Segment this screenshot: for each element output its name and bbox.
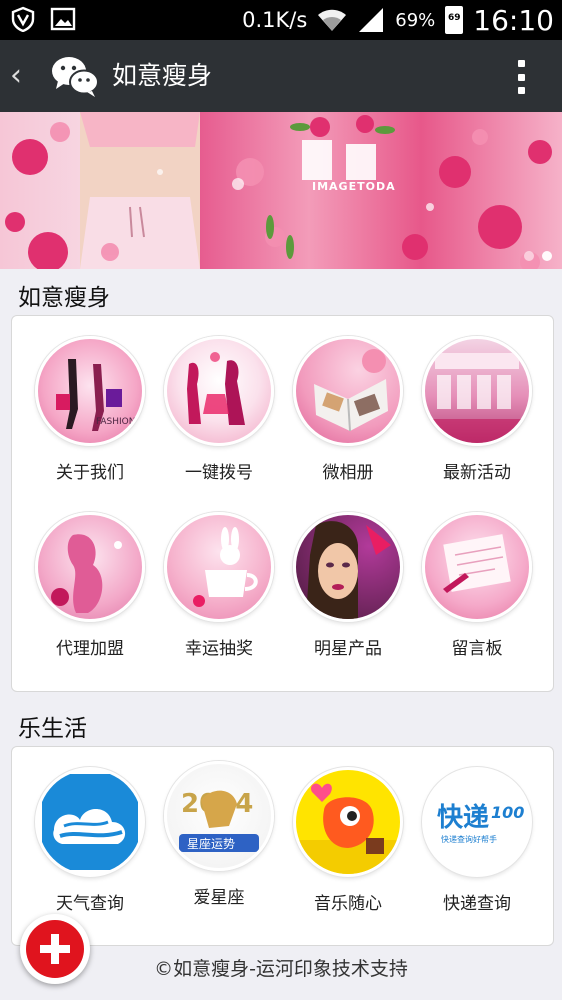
grid-item-about-us[interactable]: FASHION 关于我们 [26, 336, 154, 483]
life-grid-panel: 天气查询 2014 星座运势 爱星座 音乐随心 [11, 746, 554, 946]
photo-album-image [293, 336, 403, 446]
model-face-image [293, 512, 403, 622]
grid-item-star-products[interactable]: 明星产品 [284, 512, 412, 659]
grid-item-label: 音乐随心 [314, 894, 382, 914]
grid-item-horoscope[interactable]: 2014 星座运势 爱星座 [155, 761, 283, 908]
grid-item-label: 幸运抽奖 [185, 639, 253, 659]
battery-level: 69 [448, 13, 461, 23]
carousel-dot[interactable] [524, 251, 534, 261]
fashion-silhouette-image [164, 336, 274, 446]
image-icon [50, 7, 76, 31]
battery-icon: 69 [445, 6, 464, 34]
status-bar: 0.1K/s 69% 69 16:10 [0, 0, 562, 40]
express-logo-text: 快递 [437, 802, 489, 833]
express-slogan: 快递查询好帮手 [441, 834, 497, 844]
grid-item-label: 最新活动 [443, 463, 511, 483]
grid-item-express[interactable]: 快递 100 快递查询好帮手 快递查询 [413, 767, 541, 914]
grid-item-message-board[interactable]: 留言板 [413, 512, 541, 659]
svg-text:FASHION: FASHION [96, 417, 135, 427]
lady-silhouette-image [35, 512, 145, 622]
rabbit-cup-image [164, 512, 274, 622]
grid-item-label: 爱星座 [193, 888, 245, 908]
grid-item-label: 快递查询 [443, 894, 511, 914]
grid-item-label: 一键拨号 [185, 463, 253, 483]
signal-icon [359, 8, 384, 32]
back-arrow-icon[interactable]: ‹ [10, 56, 34, 96]
banner-image [5, 112, 552, 269]
grid-item-label: 天气查询 [56, 894, 124, 914]
grid-item-call[interactable]: 一键拨号 [155, 336, 283, 483]
title-bar: ‹ 如意瘦身 [0, 40, 562, 112]
grid-item-events[interactable]: 最新活动 [413, 336, 541, 483]
grid-item-label: 明星产品 [314, 639, 382, 659]
fashion-shopping-image: FASHION [35, 336, 145, 446]
grid-item-lottery[interactable]: 幸运抽奖 [155, 512, 283, 659]
section-title-life: 乐生活 [18, 716, 87, 742]
clock: 16:10 [473, 3, 554, 37]
main-grid-panel: FASHION 关于我们 一键拨号 微相册 最新活动 代理加盟 幸运抽奖 明星产… [11, 315, 554, 692]
grid-item-music[interactable]: 音乐随心 [284, 767, 412, 914]
express-100-icon: 快递 100 快递查询好帮手 [422, 767, 532, 877]
carousel-dots [524, 251, 552, 261]
music-monster-icon [293, 767, 403, 877]
grid-item-label: 代理加盟 [56, 639, 124, 659]
banner-carousel[interactable]: IMAGETODA [0, 112, 562, 269]
grid-item-franchise[interactable]: 代理加盟 [26, 512, 154, 659]
plus-icon [26, 920, 84, 978]
grid-item-weather[interactable]: 天气查询 [26, 767, 154, 914]
horoscope-badge: 星座运势 [187, 836, 235, 851]
grid-item-album[interactable]: 微相册 [284, 336, 412, 483]
more-menu-icon[interactable] [518, 60, 526, 94]
network-speed: 0.1K/s [242, 8, 308, 32]
carousel-dot-active[interactable] [542, 251, 552, 261]
wechat-icon [52, 57, 99, 97]
express-logo-number: 100 [491, 803, 524, 822]
grid-item-label: 微相册 [322, 463, 374, 483]
battery-percent: 69% [395, 9, 436, 31]
wifi-icon [318, 9, 347, 31]
grid-item-label: 留言板 [451, 639, 503, 659]
page-title: 如意瘦身 [112, 61, 213, 90]
shield-icon [11, 6, 35, 32]
add-button[interactable] [20, 914, 90, 984]
grid-item-label: 关于我们 [56, 463, 124, 483]
banner-text: IMAGETODA [312, 180, 396, 193]
section-title-main: 如意瘦身 [18, 285, 110, 311]
event-hall-image [422, 336, 532, 446]
message-note-image [422, 512, 532, 622]
horoscope-horse-icon: 2014 星座运势 [164, 761, 274, 871]
weather-cloud-icon [35, 767, 145, 877]
